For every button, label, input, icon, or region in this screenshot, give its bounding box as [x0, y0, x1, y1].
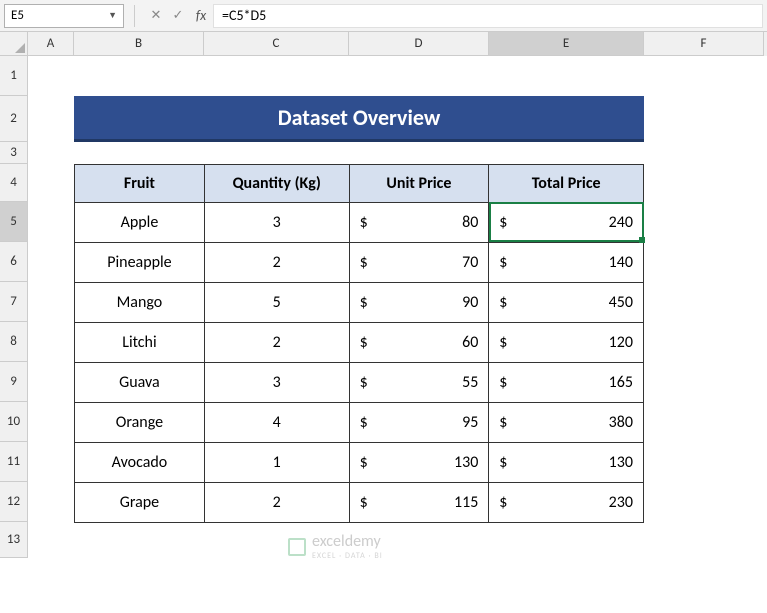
row-header[interactable]: 4	[0, 164, 28, 202]
cell-unit-price[interactable]: $80	[349, 203, 489, 243]
cell-qty[interactable]: 2	[204, 243, 349, 283]
cell-fruit[interactable]: Avocado	[75, 443, 205, 483]
data-table: Fruit Quantity (Kg) Unit Price Total Pri…	[74, 164, 644, 523]
logo-icon	[288, 538, 306, 556]
cell-total-price[interactable]: $450	[489, 283, 644, 323]
col-header[interactable]: F	[644, 32, 764, 56]
cell-fruit[interactable]: Pineapple	[75, 243, 205, 283]
column-headers: A B C D E F	[28, 32, 767, 56]
table-header-row: Fruit Quantity (Kg) Unit Price Total Pri…	[75, 165, 644, 203]
col-header-active[interactable]: E	[489, 32, 644, 56]
row-header[interactable]: 8	[0, 322, 28, 362]
table-row: Guava3$55$165	[75, 363, 644, 403]
row-header[interactable]: 11	[0, 442, 28, 482]
spreadsheet-grid: 1 2 3 4 5 6 7 8 9 10 11 12 13 A B C D E …	[0, 32, 767, 613]
row-headers: 1 2 3 4 5 6 7 8 9 10 11 12 13	[0, 56, 28, 558]
title-banner: Dataset Overview	[74, 96, 644, 142]
cell-total-price[interactable]: $140	[489, 243, 644, 283]
fx-icon[interactable]: fx	[189, 7, 213, 24]
row-header[interactable]: 13	[0, 522, 28, 558]
cell-total-price[interactable]: $230	[489, 483, 644, 523]
cell-unit-price[interactable]: $115	[349, 483, 489, 523]
cell-fruit[interactable]: Grape	[75, 483, 205, 523]
cell-qty[interactable]: 3	[204, 203, 349, 243]
formula-bar: E5 ▼ ✕ ✓ fx =C5*D5	[0, 0, 767, 32]
row-header[interactable]: 2	[0, 96, 28, 142]
cell-fruit[interactable]: Apple	[75, 203, 205, 243]
formula-input[interactable]: =C5*D5	[213, 4, 763, 28]
cell-qty[interactable]: 2	[204, 323, 349, 363]
header-unit-price[interactable]: Unit Price	[349, 165, 489, 203]
table-row: Litchi2$60$120	[75, 323, 644, 363]
row-header[interactable]: 7	[0, 282, 28, 322]
table-row: Pineapple2$70$140	[75, 243, 644, 283]
col-header[interactable]: D	[349, 32, 489, 56]
cell-qty[interactable]: 4	[204, 403, 349, 443]
cell-unit-price[interactable]: $70	[349, 243, 489, 283]
row-header[interactable]: 1	[0, 56, 28, 96]
table-row: Mango5$90$450	[75, 283, 644, 323]
cell-qty[interactable]: 5	[204, 283, 349, 323]
chevron-down-icon[interactable]: ▼	[108, 10, 117, 21]
cell-unit-price[interactable]: $90	[349, 283, 489, 323]
row-header[interactable]: 3	[0, 142, 28, 164]
header-total-price[interactable]: Total Price	[489, 165, 644, 203]
row-header[interactable]: 6	[0, 242, 28, 282]
cell-fruit[interactable]: Orange	[75, 403, 205, 443]
header-quantity[interactable]: Quantity (Kg)	[204, 165, 349, 203]
watermark-tagline: EXCEL · DATA · BI	[312, 551, 383, 561]
table-row: Grape2$115$230	[75, 483, 644, 523]
table-row: Orange4$95$380	[75, 403, 644, 443]
table-row: Apple3$80$240	[75, 203, 644, 243]
row-header[interactable]: 9	[0, 362, 28, 402]
cell-qty[interactable]: 2	[204, 483, 349, 523]
formula-text: =C5*D5	[222, 7, 266, 24]
cell-fruit[interactable]: Mango	[75, 283, 205, 323]
check-icon[interactable]: ✓	[167, 8, 189, 23]
col-header[interactable]: A	[28, 32, 74, 56]
col-header[interactable]: C	[204, 32, 349, 56]
name-box-value: E5	[11, 8, 24, 23]
cell-fruit[interactable]: Litchi	[75, 323, 205, 363]
select-all-corner[interactable]	[0, 32, 28, 56]
name-box[interactable]: E5 ▼	[4, 4, 124, 28]
cell-total-price[interactable]: $380	[489, 403, 644, 443]
cell-total-price[interactable]: $165	[489, 363, 644, 403]
row-header-active[interactable]: 5	[0, 202, 28, 242]
cell-unit-price[interactable]: $55	[349, 363, 489, 403]
col-header[interactable]: B	[74, 32, 204, 56]
cell-qty[interactable]: 1	[204, 443, 349, 483]
row-header[interactable]: 10	[0, 402, 28, 442]
cell-unit-price[interactable]: $95	[349, 403, 489, 443]
row-header[interactable]: 12	[0, 482, 28, 522]
cell-unit-price[interactable]: $130	[349, 443, 489, 483]
cell-unit-price[interactable]: $60	[349, 323, 489, 363]
cell-total-price[interactable]: $120	[489, 323, 644, 363]
divider	[134, 5, 135, 27]
left-column: 1 2 3 4 5 6 7 8 9 10 11 12 13	[0, 32, 28, 613]
cell-qty[interactable]: 3	[204, 363, 349, 403]
main-area: A B C D E F Dataset Overview Fruit Quant…	[28, 32, 767, 613]
watermark: exceldemy EXCEL · DATA · BI	[288, 532, 383, 561]
cell-total-price[interactable]: $130	[489, 443, 644, 483]
cell-total-price[interactable]: $240	[489, 203, 644, 243]
table-row: Avocado1$130$130	[75, 443, 644, 483]
header-fruit[interactable]: Fruit	[75, 165, 205, 203]
cancel-icon[interactable]: ✕	[145, 8, 167, 23]
watermark-brand: exceldemy	[312, 532, 383, 551]
cell-fruit[interactable]: Guava	[75, 363, 205, 403]
